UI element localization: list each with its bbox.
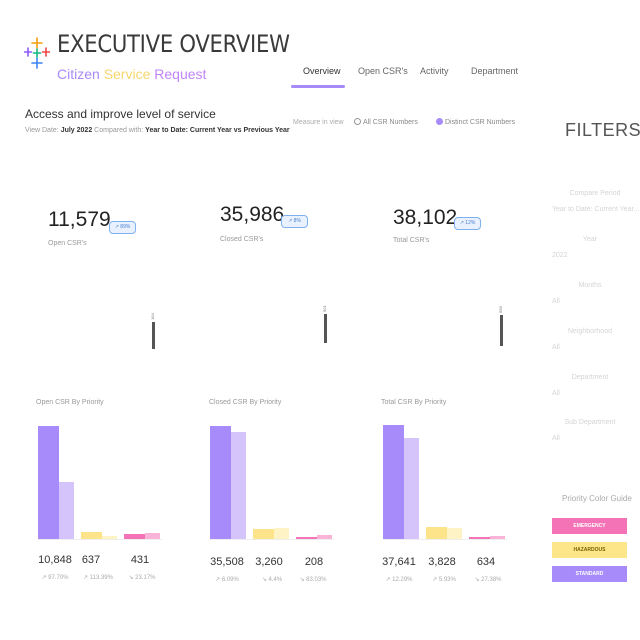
filter-department-dropdown[interactable]: All: [552, 390, 560, 397]
bar-standard-previous[interactable]: [59, 481, 74, 539]
bar-hazardous-current[interactable]: [426, 527, 447, 539]
bar-change-label: ↘ 4.4%: [261, 577, 283, 583]
bar-change-label: ↘ 83.03%: [299, 577, 327, 583]
chart-title-open: Open CSR By Priority: [36, 399, 104, 406]
kpi-closed-label: Closed CSR's: [220, 236, 264, 243]
bar-value-label: 634: [476, 556, 496, 568]
bar-value-label: 431: [130, 554, 150, 566]
chart-title-closed: Closed CSR By Priority: [209, 399, 282, 406]
bar-hazardous-previous[interactable]: [274, 528, 289, 539]
filter-label-sub-department: Sub Department: [564, 419, 616, 426]
bar-value-label: 3,828: [428, 556, 456, 568]
sparkline-bar: [500, 315, 503, 346]
filter-label-compare: Compare Period: [569, 190, 621, 197]
page-title: EXECUTIVE OVERVIEW: [57, 30, 290, 58]
bar-standard-current[interactable]: [38, 425, 59, 539]
bar-emergency-current[interactable]: [296, 537, 317, 539]
bar-emergency-current[interactable]: [469, 537, 490, 539]
bar-value-label: 35,508: [210, 556, 244, 568]
bar-change-label: ↘ 27.38%: [474, 577, 502, 583]
bar-change-label: ↗ 5.93%: [432, 577, 456, 583]
bar-change-label: ↗ 113.39%: [83, 575, 113, 581]
tab-activity[interactable]: Activity: [420, 66, 449, 76]
bar-emergency-previous[interactable]: [317, 535, 332, 539]
bar-value-label: 208: [304, 556, 324, 568]
kpi-open-value: 11,579: [48, 208, 111, 231]
filter-label-year: Year: [582, 236, 598, 243]
chart-baseline: [38, 539, 162, 540]
bar-change-label: ↗ 6.09%: [215, 577, 239, 583]
chart-baseline: [210, 539, 334, 540]
bar-value-label: 637: [81, 554, 101, 566]
bar-hazardous-previous[interactable]: [447, 528, 462, 539]
sparkline-label: 901: [322, 305, 327, 312]
filter-sub-department-dropdown[interactable]: All: [552, 435, 560, 442]
radio-distinct-csr[interactable]: Distinct CSR Numbers: [436, 118, 515, 126]
filter-label-neighborhood: Neighborhood: [568, 328, 612, 335]
kpi-closed-value: 35,986: [220, 203, 285, 226]
measure-label: Measure in view: [293, 119, 344, 126]
page-subtitle: Citizen Service Request: [57, 66, 207, 82]
chart-title-total: Total CSR By Priority: [381, 399, 447, 406]
filter-months-dropdown[interactable]: All: [552, 298, 560, 305]
filter-label-department: Department: [571, 374, 609, 381]
priority-guide-title: Priority Color Guide: [562, 494, 632, 503]
kpi-total-label: Total CSR's: [393, 237, 430, 244]
bar-standard-previous[interactable]: [231, 432, 246, 539]
sparkline-label: 164: [150, 313, 155, 320]
tableau-logo-icon: [24, 37, 50, 69]
filter-compare-dropdown[interactable]: Year to Date: Current Year...: [552, 206, 639, 213]
bar-hazardous-current[interactable]: [81, 532, 102, 539]
tab-department[interactable]: Department: [471, 66, 518, 76]
bar-change-label: ↘ 23.17%: [128, 575, 156, 581]
filter-label-months: Months: [578, 282, 602, 289]
bar-emergency-previous[interactable]: [145, 533, 160, 539]
radio-checked-icon: [436, 118, 443, 125]
kpi-total-badge: ↗ 12%: [454, 217, 481, 230]
radio-unchecked-icon: [354, 118, 361, 125]
tab-open-csrs[interactable]: Open CSR's: [358, 66, 408, 76]
chart-baseline: [383, 539, 507, 540]
section-title: Access and improve level of service: [25, 107, 216, 121]
bar-standard-current[interactable]: [210, 425, 231, 539]
kpi-open-badge: ↗ 89%: [109, 221, 136, 234]
sparkline-bar: [324, 314, 327, 343]
bar-value-label: 3,260: [255, 556, 283, 568]
guide-standard: STANDARD: [552, 566, 627, 582]
bar-change-label: ↗ 97.70%: [41, 575, 69, 581]
active-tab-indicator: [291, 85, 345, 88]
bar-change-label: ↗ 12.29%: [385, 577, 413, 583]
filters-panel: Compare Period Year to Date: Current Yea…: [550, 150, 640, 640]
filter-neighborhood-dropdown[interactable]: All: [552, 344, 560, 351]
filters-title: FILTERS: [565, 120, 640, 140]
sparkline-bar: [152, 322, 155, 349]
sparkline-label: 658: [498, 306, 503, 313]
bar-emergency-current[interactable]: [124, 534, 145, 539]
bar-value-label: 10,848: [38, 554, 72, 566]
guide-hazardous: HAZARDOUS: [552, 542, 627, 558]
bar-hazardous-previous[interactable]: [102, 535, 117, 539]
bar-hazardous-current[interactable]: [253, 528, 274, 539]
tab-overview[interactable]: Overview: [303, 66, 341, 76]
bar-value-label: 37,641: [382, 556, 416, 568]
radio-all-csr[interactable]: All CSR Numbers: [354, 118, 418, 126]
view-date-line: View Date: July 2022 Compared with: Year…: [25, 127, 290, 134]
bar-emergency-previous[interactable]: [490, 536, 505, 539]
bar-standard-current[interactable]: [383, 425, 404, 539]
kpi-total-value: 38,102: [393, 206, 458, 229]
kpi-closed-badge: ↗ 8%: [281, 215, 308, 228]
filter-year-dropdown[interactable]: 2022: [552, 252, 568, 259]
kpi-open-label: Open CSR's: [48, 240, 87, 247]
bar-standard-previous[interactable]: [404, 437, 419, 539]
guide-emergency: EMERGENCY: [552, 518, 627, 534]
